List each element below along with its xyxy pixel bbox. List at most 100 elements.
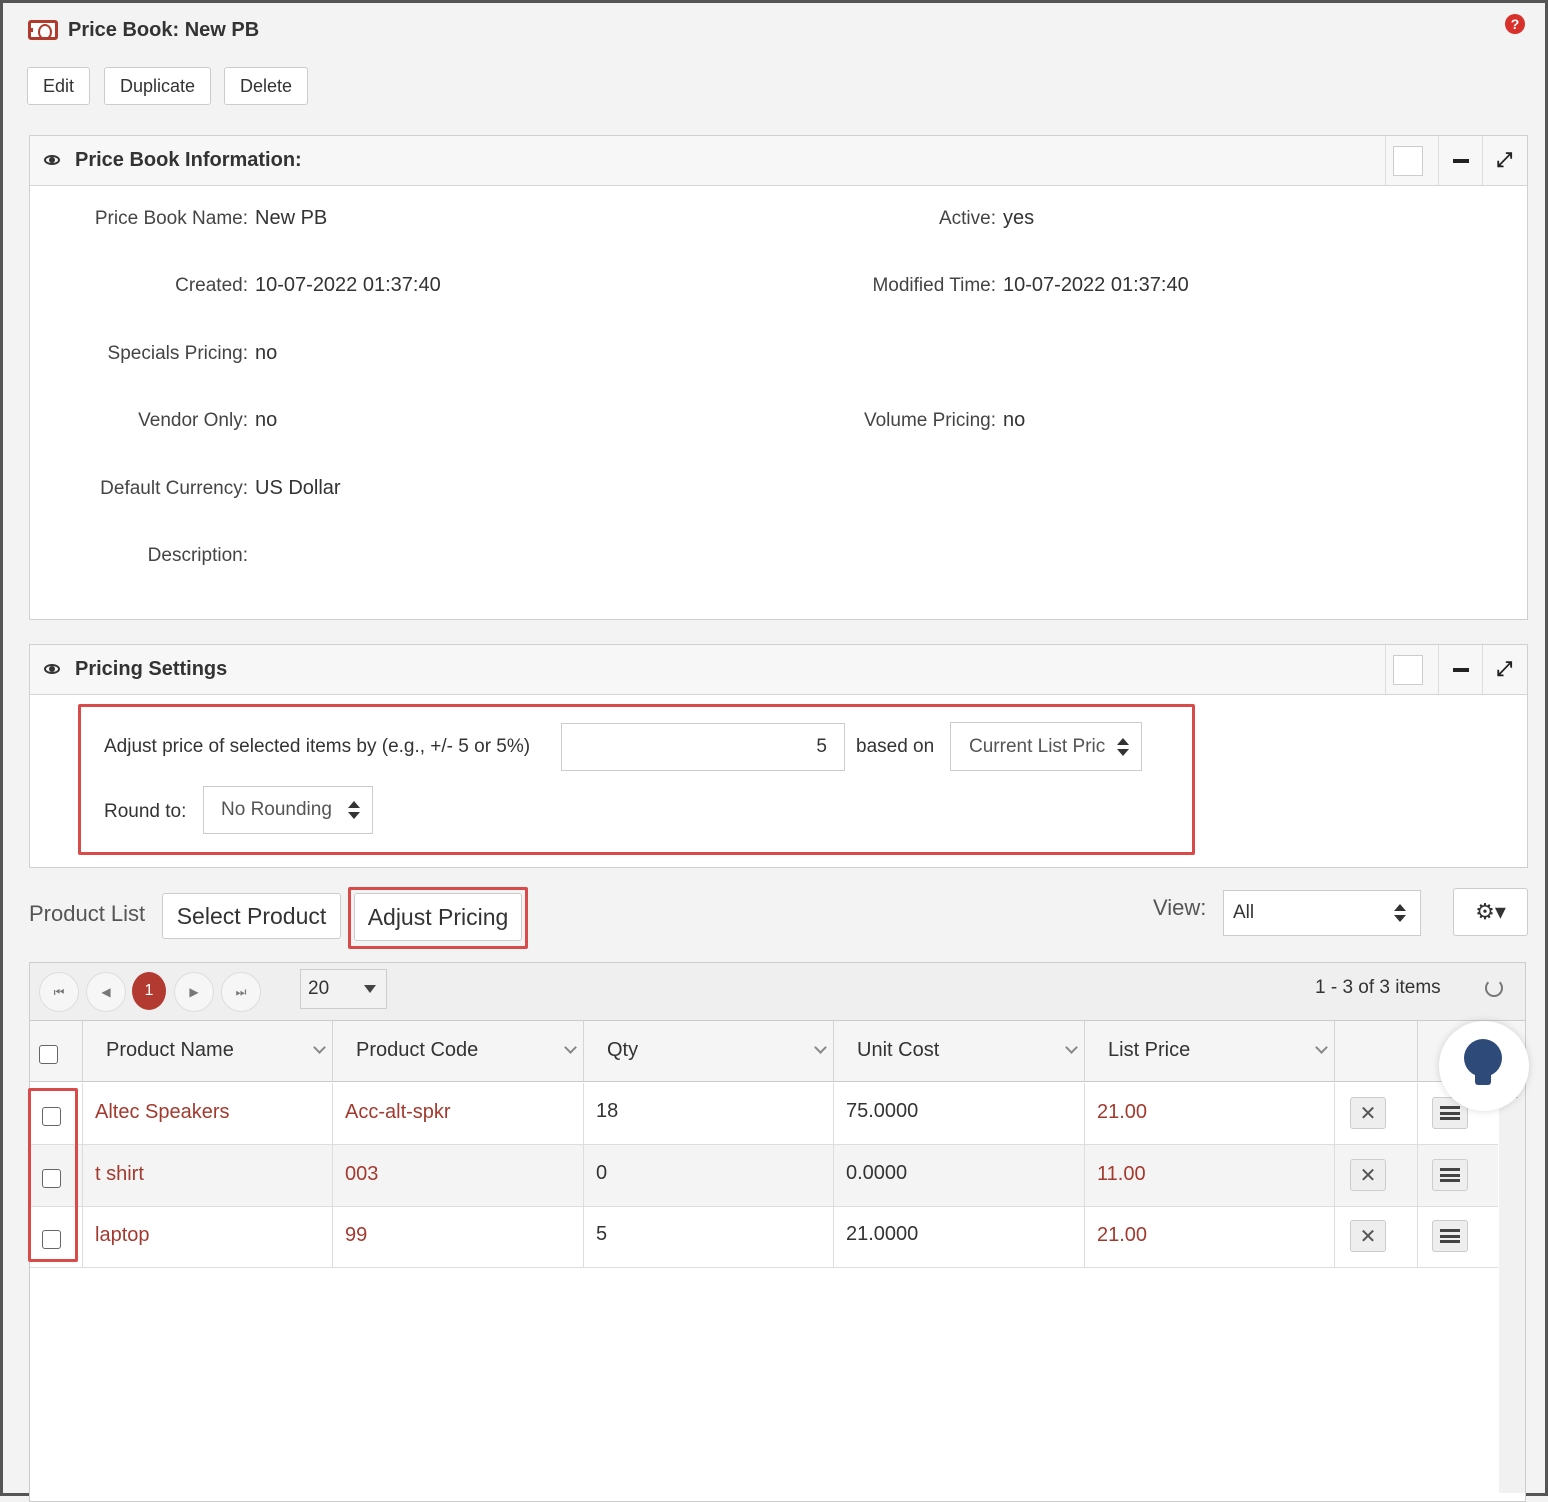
duplicate-button[interactable]: Duplicate	[104, 67, 211, 105]
delete-cell: ✕	[1335, 1206, 1418, 1268]
vendor-only-value: no	[255, 409, 278, 431]
help-icon[interactable]: ?	[1505, 14, 1525, 34]
adjust-pricing-button[interactable]: Adjust Pricing	[354, 893, 522, 941]
product-code-cell: Acc-alt-spkr	[333, 1083, 584, 1145]
active-label: Active:	[938, 208, 996, 229]
chevron-down-icon[interactable]	[313, 1041, 326, 1054]
page-header: Price Book: New PB	[28, 14, 259, 46]
product-list-label: Product List	[29, 901, 146, 926]
page-1-button[interactable]: 1	[132, 972, 166, 1010]
collapse-button[interactable]	[1438, 645, 1482, 694]
default-currency-label: Default Currency:	[100, 478, 248, 499]
list-price-cell: 11.00	[1085, 1145, 1335, 1207]
product-code-cell: 99	[333, 1206, 584, 1268]
minus-icon	[1452, 667, 1469, 672]
eye-icon[interactable]	[44, 664, 60, 674]
chevron-down-icon[interactable]	[1315, 1041, 1328, 1054]
product-code-link[interactable]: 003	[345, 1163, 378, 1186]
table-row: t shirt 003 0 0.0000 11.00 ✕	[30, 1145, 1498, 1207]
select-product-button[interactable]: Select Product	[162, 893, 341, 939]
modified-time-value: 10-07-2022 01:37:40	[1003, 274, 1189, 296]
col-qty[interactable]: Qty	[584, 1021, 834, 1082]
chevron-down-icon[interactable]	[1065, 1041, 1078, 1054]
round-to-label: Round to:	[104, 801, 187, 822]
edit-button[interactable]: Edit	[27, 67, 90, 105]
row-checkbox-highlight	[28, 1088, 78, 1262]
col-product-code[interactable]: Product Code	[333, 1021, 584, 1082]
view-selected: All	[1233, 902, 1255, 923]
col-product-name[interactable]: Product Name	[83, 1021, 333, 1082]
price-book-name-label: Price Book Name:	[94, 208, 248, 229]
remove-row-button[interactable]: ✕	[1350, 1159, 1386, 1191]
product-name-link[interactable]: t shirt	[95, 1163, 144, 1186]
view-select[interactable]: All	[1223, 890, 1421, 936]
modified-time-label: Modified Time:	[872, 275, 996, 296]
remove-row-button[interactable]: ✕	[1350, 1220, 1386, 1252]
expand-button[interactable]: ⤢	[1482, 136, 1526, 185]
chevron-down-icon[interactable]	[814, 1041, 827, 1054]
hamburger-icon	[1440, 1106, 1460, 1120]
unit-cost-cell: 21.0000	[834, 1206, 1085, 1268]
expand-icon: ⤢	[1496, 658, 1513, 680]
product-code-link[interactable]: Acc-alt-spkr	[345, 1101, 451, 1124]
chevron-down-icon[interactable]	[564, 1041, 577, 1054]
grid-scrollbar[interactable]	[1499, 1083, 1525, 1493]
product-name-link[interactable]: laptop	[95, 1224, 150, 1247]
col-label: List Price	[1108, 1039, 1191, 1061]
next-page-icon[interactable]: ▶	[174, 972, 214, 1012]
first-page-icon[interactable]: ⏮	[39, 972, 79, 1012]
view-label: View:	[1153, 895, 1207, 920]
hamburger-icon	[1440, 1168, 1460, 1182]
volume-pricing-label: Volume Pricing:	[863, 410, 996, 431]
select-all-header	[30, 1021, 83, 1082]
row-menu-button[interactable]	[1432, 1159, 1468, 1191]
created-label: Created:	[175, 275, 248, 296]
list-price-value[interactable]: 21.00	[1097, 1224, 1147, 1247]
panel-header: Pricing Settings ⤢	[30, 645, 1527, 695]
list-price-value[interactable]: 21.00	[1097, 1101, 1147, 1124]
delete-button[interactable]: Delete	[224, 67, 308, 105]
list-price-value[interactable]: 11.00	[1097, 1163, 1146, 1186]
gear-icon[interactable]: ⚙▾	[1453, 888, 1528, 936]
list-price-cell: 21.00	[1085, 1083, 1335, 1145]
select-all-checkbox[interactable]	[39, 1045, 58, 1064]
unit-cost-cell: 75.0000	[834, 1083, 1085, 1145]
based-on-selected: Current List Pric	[969, 735, 1106, 757]
product-code-link[interactable]: 99	[345, 1224, 367, 1247]
page-size-select[interactable]: 20	[300, 969, 387, 1009]
based-on-label: based on	[856, 736, 935, 757]
panel-toggle-button[interactable]	[1385, 136, 1429, 185]
minus-icon	[1452, 158, 1469, 163]
pager-bar: ⏮ ◀ 1 ▶ ⏭ 20 1 - 3 of 3 items	[30, 963, 1525, 1021]
round-to-select[interactable]: No Rounding	[203, 786, 373, 834]
unit-cost-value: 21.0000	[846, 1223, 919, 1245]
product-name-link[interactable]: Altec Speakers	[95, 1101, 230, 1124]
refresh-icon[interactable]	[1485, 979, 1503, 997]
expand-button[interactable]: ⤢	[1482, 645, 1526, 694]
last-page-icon[interactable]: ⏭	[221, 972, 261, 1012]
delete-cell: ✕	[1335, 1145, 1418, 1207]
select-arrows-icon	[348, 801, 360, 819]
collapse-button[interactable]	[1438, 136, 1482, 185]
based-on-select[interactable]: Current List Pric	[950, 722, 1142, 771]
select-arrows-icon	[1117, 737, 1129, 756]
row-menu-button[interactable]	[1432, 1220, 1468, 1252]
remove-row-button[interactable]: ✕	[1350, 1097, 1386, 1129]
panel-toggle-button[interactable]	[1385, 645, 1429, 694]
product-name-cell: t shirt	[83, 1145, 333, 1207]
hamburger-icon	[1440, 1229, 1460, 1243]
lightbulb-button[interactable]	[1439, 1021, 1529, 1111]
col-delete	[1335, 1021, 1418, 1082]
adjust-amount-input[interactable]: 5	[561, 723, 845, 771]
menu-cell	[1418, 1145, 1498, 1207]
page-title: Price Book: New PB	[68, 18, 260, 41]
square-icon	[1392, 654, 1423, 685]
price-book-icon	[28, 20, 58, 40]
eye-icon[interactable]	[44, 155, 60, 165]
col-list-price[interactable]: List Price	[1085, 1021, 1335, 1082]
list-price-cell: 21.00	[1085, 1206, 1335, 1268]
prev-page-icon[interactable]: ◀	[86, 972, 126, 1012]
col-unit-cost[interactable]: Unit Cost	[834, 1021, 1085, 1082]
adjust-amount-value: 5	[816, 736, 827, 757]
adjust-price-label: Adjust price of selected items by (e.g.,…	[104, 736, 531, 757]
